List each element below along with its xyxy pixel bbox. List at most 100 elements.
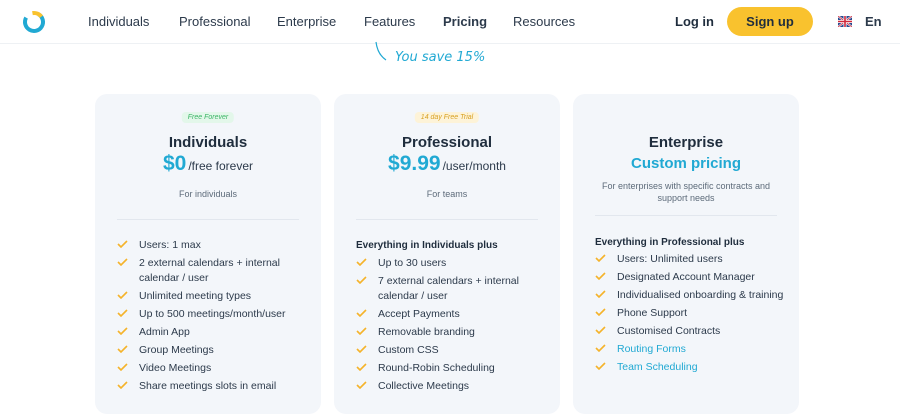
price-row: $0/free forever: [95, 152, 321, 176]
feature-item: Users: Unlimited users: [595, 252, 785, 267]
feature-text: Video Meetings: [139, 362, 212, 374]
top-navbar: Individuals Professional Enterprise Feat…: [0, 0, 900, 44]
logo-icon[interactable]: [22, 10, 46, 34]
curved-arrow-icon: [375, 41, 387, 61]
feature-text: Designated Account Manager: [617, 271, 755, 283]
feature-item: Custom CSS: [356, 343, 546, 358]
feature-item: Share meetings slots in email: [117, 379, 307, 394]
feature-text: Custom CSS: [378, 344, 439, 356]
plan-price: $0: [162, 152, 187, 175]
plan-name: Individuals: [168, 134, 248, 151]
plan-price-unit: /user/month: [442, 159, 506, 173]
divider: [356, 219, 538, 220]
plan-price: $9.99: [388, 152, 441, 175]
check-icon: [595, 344, 606, 352]
check-icon: [356, 276, 367, 284]
nav-features[interactable]: Features: [364, 14, 415, 29]
check-icon: [595, 254, 606, 262]
feature-list: Users: 1 max 2 external calendars + inte…: [117, 238, 307, 397]
feature-text: Users: 1 max: [139, 239, 201, 251]
nav-professional[interactable]: Professional: [179, 14, 251, 29]
feature-list: Users: Unlimited users Designated Accoun…: [595, 252, 785, 378]
check-icon: [595, 326, 606, 334]
feature-item-link[interactable]: Team Scheduling: [595, 360, 785, 375]
nav-pricing[interactable]: Pricing: [443, 14, 487, 29]
check-icon: [595, 308, 606, 316]
check-icon: [356, 345, 367, 353]
feature-text: Up to 500 meetings/month/user: [139, 308, 286, 320]
features-heading: Everything in Individuals plus: [356, 240, 498, 251]
custom-pricing-link[interactable]: Custom pricing: [573, 155, 799, 172]
price-row: $9.99/user/month: [334, 152, 560, 176]
feature-item: Removable branding: [356, 325, 546, 340]
plan-card-enterprise: Enterprise Custom pricing For enterprise…: [573, 94, 799, 414]
features-heading: Everything in Professional plus: [595, 237, 745, 248]
signup-button[interactable]: Sign up: [727, 7, 813, 36]
check-icon: [356, 363, 367, 371]
feature-text: Round-Robin Scheduling: [378, 362, 495, 374]
feature-text: Removable branding: [378, 326, 475, 338]
feature-text: Users: Unlimited users: [617, 253, 723, 265]
check-icon: [595, 362, 606, 370]
divider: [595, 215, 777, 216]
check-icon: [117, 327, 128, 335]
plan-badge: Free Forever: [181, 112, 235, 123]
feature-item: Accept Payments: [356, 307, 546, 322]
plan-description: For enterprises with specific contracts …: [601, 181, 771, 203]
feature-item: Customised Contracts: [595, 324, 785, 339]
plan-badge: 14 day Free Trial: [414, 112, 480, 123]
nav-resources[interactable]: Resources: [513, 14, 575, 29]
feature-text: Share meetings slots in email: [139, 380, 277, 392]
feature-list: Up to 30 users 7 external calendars + in…: [356, 256, 546, 397]
plan-name: Enterprise: [648, 134, 724, 151]
feature-text: 7 external calendars + internal calendar…: [378, 275, 519, 302]
feature-item: Phone Support: [595, 306, 785, 321]
feature-item: Users: 1 max: [117, 238, 307, 253]
feature-text: Individualised onboarding & training: [617, 289, 784, 301]
check-icon: [117, 240, 128, 248]
feature-item: Up to 30 users: [356, 256, 546, 271]
plan-description: For teams: [426, 189, 468, 199]
check-icon: [595, 290, 606, 298]
feature-text: Group Meetings: [139, 344, 214, 356]
check-icon: [117, 363, 128, 371]
check-icon: [117, 258, 128, 266]
feature-item: Collective Meetings: [356, 379, 546, 394]
feature-item: Individualised onboarding & training: [595, 288, 785, 303]
feature-text: Collective Meetings: [378, 380, 470, 392]
feature-item: Designated Account Manager: [595, 270, 785, 285]
nav-enterprise[interactable]: Enterprise: [277, 14, 336, 29]
feature-item: 2 external calendars + internal calendar…: [117, 256, 307, 286]
plan-card-individuals: Free Forever Individuals $0/free forever…: [95, 94, 321, 414]
feature-item: Video Meetings: [117, 361, 307, 376]
annual-savings-note: You save 15%: [395, 50, 486, 65]
feature-text: Phone Support: [617, 307, 688, 319]
check-icon: [356, 381, 367, 389]
feature-item: Group Meetings: [117, 343, 307, 358]
check-icon: [356, 258, 367, 266]
plan-name: Professional: [401, 134, 493, 151]
feature-item: Admin App: [117, 325, 307, 340]
nav-individuals[interactable]: Individuals: [88, 14, 149, 29]
uk-flag-icon[interactable]: [838, 16, 852, 27]
plan-card-professional: 14 day Free Trial Professional $9.99/use…: [334, 94, 560, 414]
feature-text[interactable]: Team Scheduling: [617, 361, 698, 373]
feature-text: Up to 30 users: [378, 257, 447, 269]
check-icon: [356, 309, 367, 317]
feature-item: Unlimited meeting types: [117, 289, 307, 304]
login-link[interactable]: Log in: [675, 14, 714, 29]
language-selector[interactable]: En: [865, 14, 882, 29]
check-icon: [595, 272, 606, 280]
check-icon: [117, 345, 128, 353]
plan-price-unit: /free forever: [188, 159, 254, 173]
check-icon: [117, 309, 128, 317]
feature-item-link[interactable]: Routing Forms: [595, 342, 785, 357]
feature-item: Up to 500 meetings/month/user: [117, 307, 307, 322]
feature-item: Round-Robin Scheduling: [356, 361, 546, 376]
check-icon: [117, 381, 128, 389]
feature-text: Customised Contracts: [617, 325, 721, 337]
feature-text: Accept Payments: [378, 308, 460, 320]
feature-text[interactable]: Routing Forms: [617, 343, 686, 355]
plan-description: For individuals: [178, 189, 238, 199]
check-icon: [356, 327, 367, 335]
